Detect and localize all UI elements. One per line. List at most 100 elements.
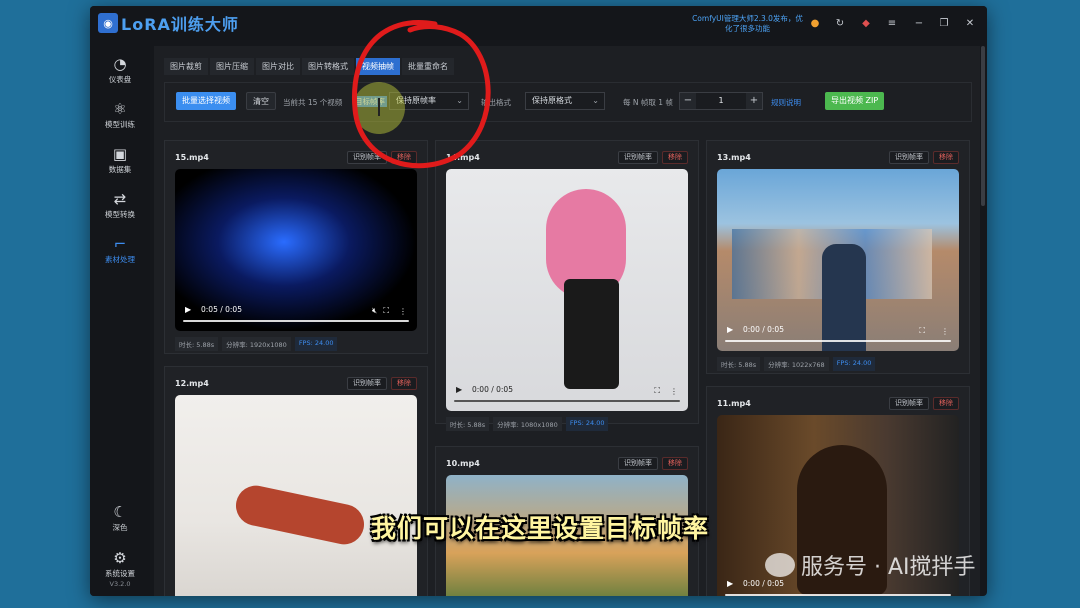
every-n-frames-label: 每 N 帧取 1 帧 (623, 98, 673, 107)
mute-icon[interactable]: 🔇︎ (372, 306, 377, 316)
video-progress[interactable] (183, 320, 409, 322)
sidebar-item-dashboard[interactable]: ◔ 仪表盘 (90, 54, 150, 94)
gear-icon: ⚙ (113, 549, 127, 567)
video-progress[interactable] (454, 400, 680, 402)
more-icon[interactable]: ⋮ (399, 307, 407, 316)
duration-badge: 时长: 5.88s (446, 417, 490, 431)
video-card: 13.mp4 识别帧率 移除 ▶ 0:00 / 0:05 ⛶ ⋮ 时长: 5.8… (706, 140, 970, 374)
remove-button[interactable]: 移除 (933, 151, 959, 164)
resolution-badge: 分辨率: 1920x1080 (222, 337, 291, 351)
fps-badge: FPS: 24.00 (832, 357, 876, 371)
export-zip-button[interactable]: 导出视频 ZIP (825, 92, 885, 110)
video-controls: ▶ 0:05 / 0:05 🔇︎ ⛶ ⋮ (175, 295, 417, 331)
update-notice[interactable]: ComfyUI管理大师2.3.0发布，优化了很多功能 (690, 14, 805, 34)
scrollbar[interactable] (981, 46, 985, 206)
video-filename: 13.mp4 (717, 153, 751, 162)
wechat-icon (765, 553, 795, 577)
resolution-badge: 分辨率: 1022x768 (764, 357, 829, 371)
video-time: 0:05 / 0:05 (201, 305, 242, 314)
fps-badge: FPS: 24.00 (565, 417, 609, 431)
video-player[interactable] (175, 395, 417, 596)
video-filename: 12.mp4 (175, 379, 209, 388)
video-controls: ▶ 0:00 / 0:05 ⛶ ⋮ (446, 375, 688, 411)
remove-button[interactable]: 移除 (933, 397, 959, 410)
video-progress[interactable] (725, 594, 951, 596)
video-player[interactable]: ▶ 0:05 / 0:05 🔇︎ ⛶ ⋮ (175, 169, 417, 331)
sidebar-item-model-convert[interactable]: ⇄ 模型转换 (90, 189, 150, 229)
video-meta: 时长: 5.88s 分辨率: 1080x1080 FPS: 24.00 (446, 417, 609, 431)
title-bar: ◉ LoRA训练大师 ComfyUI管理大师2.3.0发布，优化了很多功能 ● … (90, 6, 987, 40)
watermark: 服务号 · AI搅拌手 (765, 549, 976, 581)
red-annotation-circle (351, 20, 491, 169)
more-icon[interactable]: ⋮ (670, 387, 678, 396)
video-player[interactable]: ▶ 0:00 / 0:05 ⛶ ⋮ (717, 169, 959, 351)
sidebar-item-material-processing[interactable]: ⌐ 素材处理 (90, 234, 150, 274)
video-progress[interactable] (725, 340, 951, 342)
remove-button[interactable]: 移除 (391, 377, 417, 390)
maximize-icon[interactable]: ❐ (937, 17, 951, 31)
tab-image-crop[interactable]: 图片裁剪 (164, 58, 208, 75)
menu-icon[interactable]: ≡ (885, 17, 899, 31)
more-icon[interactable]: ⋮ (941, 327, 949, 336)
person-shape (564, 279, 619, 389)
network-icon: ⚛ (113, 100, 127, 118)
fps-badge: FPS: 24.00 (294, 337, 338, 351)
close-icon[interactable]: ✕ (963, 17, 977, 31)
refresh-icon[interactable]: ↻ (833, 17, 847, 31)
detect-fps-button[interactable]: 识别帧率 (618, 151, 658, 164)
fullscreen-icon[interactable]: ⛶ (383, 306, 389, 316)
clear-button[interactable]: 清空 (246, 92, 276, 110)
duration-badge: 时长: 5.88s (175, 337, 219, 351)
detect-fps-button[interactable]: 识别帧率 (889, 397, 929, 410)
logo-icon: ◉ (98, 13, 118, 33)
video-controls: ▶ 0:00 / 0:05 ⛶ ⋮ (717, 315, 959, 351)
select-videos-button[interactable]: 批量选择视频 (176, 92, 236, 110)
rules-link[interactable]: 规则说明 (771, 97, 801, 108)
mascot-icon[interactable]: ● (808, 17, 822, 31)
fullscreen-icon[interactable]: ⛶ (919, 326, 925, 336)
play-icon[interactable]: ▶ (727, 579, 733, 588)
video-time: 0:00 / 0:05 (472, 385, 513, 394)
play-icon[interactable]: ▶ (456, 385, 462, 394)
images-icon: ▣ (112, 145, 128, 163)
duration-badge: 时长: 5.88s (717, 357, 761, 371)
app-title: LoRA训练大师 (121, 15, 239, 34)
output-format-select[interactable]: 保持原格式 ⌄ (525, 92, 605, 110)
detect-fps-button[interactable]: 识别帧率 (618, 457, 658, 470)
sidebar-item-dataset[interactable]: ▣ 数据集 (90, 144, 150, 184)
resolution-badge: 分辨率: 1080x1080 (493, 417, 562, 431)
detect-fps-button[interactable]: 识别帧率 (889, 151, 929, 164)
frame-extract-toolbar: 批量选择视频 清空 当前共 15 个视频 目标帧率 保持原帧率 ⌄ 输出格式 保… (164, 82, 972, 122)
video-count: 当前共 15 个视频 (283, 98, 343, 107)
video-filename: 10.mp4 (446, 459, 480, 468)
shield-icon[interactable]: ◆ (859, 17, 873, 31)
decrement-button[interactable]: − (680, 93, 696, 109)
app-version: V3.2.0 (109, 580, 131, 588)
video-card: 14.mp4 识别帧率 移除 ▶ 0:00 / 0:05 ⛶ ⋮ 时长: 5.8… (435, 140, 699, 431)
remove-button[interactable]: 移除 (662, 457, 688, 470)
video-subtitle: 我们可以在这里设置目标帧率 (370, 514, 709, 543)
convert-icon: ⇄ (113, 190, 127, 208)
frame-step-input[interactable]: 1 (696, 93, 746, 109)
video-meta: 时长: 5.88s 分辨率: 1022x768 FPS: 24.00 (717, 357, 876, 371)
fullscreen-icon[interactable]: ⛶ (654, 386, 660, 396)
video-time: 0:00 / 0:05 (743, 325, 784, 334)
video-meta: 时长: 5.88s 分辨率: 1920x1080 FPS: 24.00 (175, 337, 338, 351)
video-card: 12.mp4 识别帧率 移除 (164, 366, 428, 596)
play-icon[interactable]: ▶ (727, 325, 733, 334)
tab-image-compress[interactable]: 图片压缩 (210, 58, 254, 75)
sidebar-item-model-training[interactable]: ⚛ 模型训练 (90, 99, 150, 139)
video-player[interactable]: ▶ 0:00 / 0:05 ⛶ ⋮ (446, 169, 688, 411)
increment-button[interactable]: + (746, 93, 762, 109)
app-logo: ◉ LoRA训练大师 (98, 11, 239, 35)
app-window: ◉ LoRA训练大师 ComfyUI管理大师2.3.0发布，优化了很多功能 ● … (90, 6, 987, 596)
frame-step-stepper: − 1 + (679, 92, 763, 110)
chevron-down-icon: ⌄ (592, 96, 599, 105)
tab-image-compare[interactable]: 图片对比 (256, 58, 300, 75)
minimize-icon[interactable]: − (912, 17, 926, 31)
detect-fps-button[interactable]: 识别帧率 (347, 377, 387, 390)
crop-icon: ⌐ (113, 235, 127, 253)
remove-button[interactable]: 移除 (662, 151, 688, 164)
video-filename: 15.mp4 (175, 153, 209, 162)
play-icon[interactable]: ▶ (185, 305, 191, 314)
